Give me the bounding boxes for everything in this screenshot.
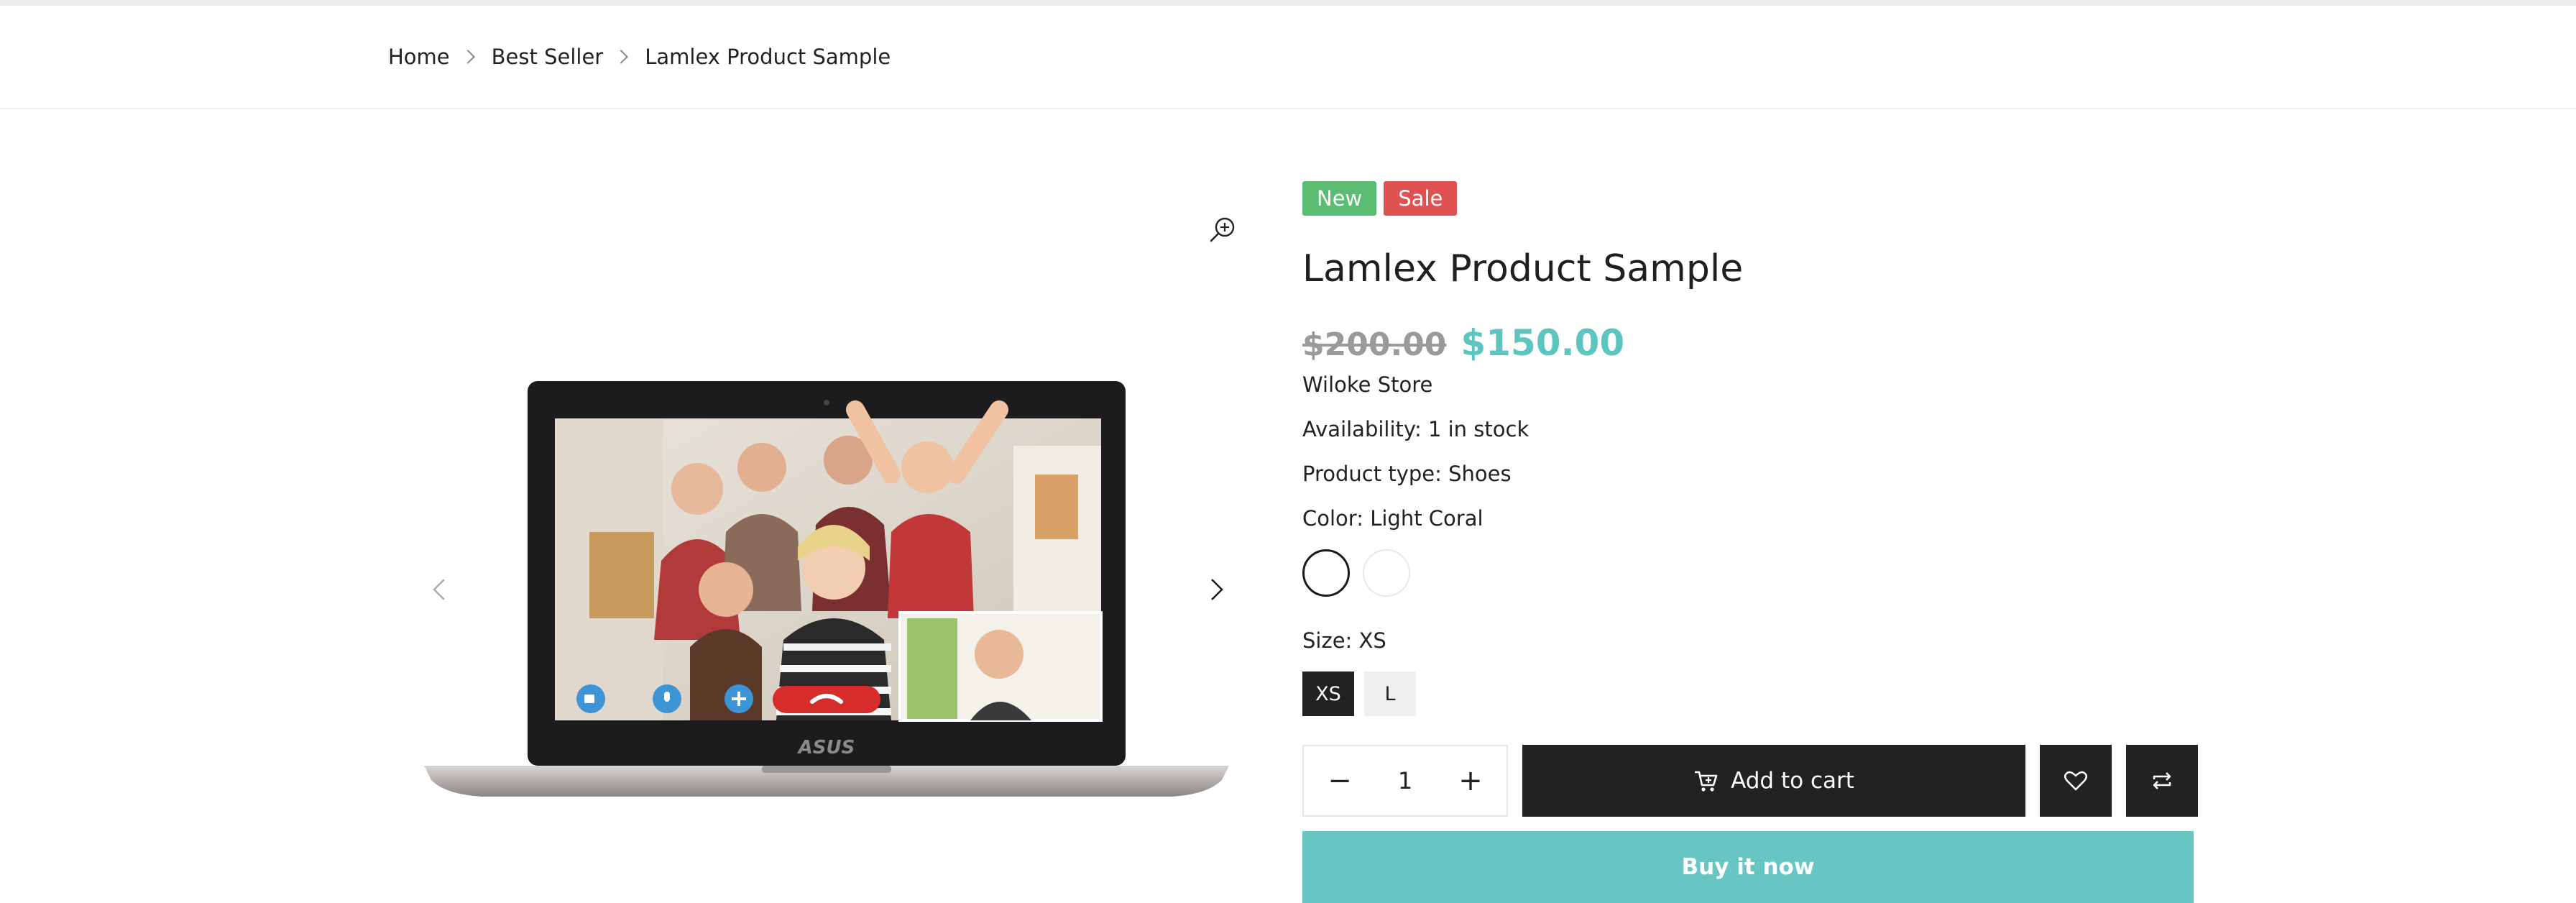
size-option-l[interactable]: L: [1364, 671, 1416, 716]
size-option-xs[interactable]: XS: [1302, 671, 1354, 716]
color-swatch-white[interactable]: [1363, 549, 1410, 597]
availability-text: Availability: 1 in stock: [1302, 417, 1530, 441]
product-info: New Sale: [1302, 181, 2194, 216]
breadcrumb-current: Lamlex Product Sample: [645, 45, 891, 69]
vendor-link[interactable]: Wiloke Store: [1302, 372, 1432, 397]
breadcrumb: Home Best Seller Lamlex Product Sample: [388, 45, 891, 69]
price-block: $200.00 $150.00: [1302, 322, 1624, 364]
breadcrumb-home[interactable]: Home: [388, 45, 450, 69]
breadcrumb-best-seller[interactable]: Best Seller: [492, 45, 604, 69]
add-to-cart-button[interactable]: Add to cart: [1522, 745, 2025, 817]
size-options: XS L: [1302, 671, 1416, 716]
compare-price: $200.00: [1302, 326, 1447, 363]
sale-price: $150.00: [1460, 322, 1625, 364]
chevron-right-icon: [460, 50, 475, 64]
product-type-text: Product type: Shoes: [1302, 462, 1512, 486]
color-label: Color: Light Coral: [1302, 506, 1484, 531]
badge-group: New Sale: [1302, 181, 2194, 216]
quantity-input[interactable]: [1375, 766, 1435, 795]
breadcrumb-bar: Home Best Seller Lamlex Product Sample: [0, 6, 2576, 109]
color-swatches: [1302, 549, 1410, 597]
zoom-in-icon[interactable]: [1208, 214, 1238, 244]
add-to-cart-label: Add to cart: [1731, 768, 1854, 794]
buy-now-button[interactable]: Buy it now: [1302, 831, 2194, 903]
compare-icon: [2153, 772, 2171, 789]
product-image-laptop: ASUS: [424, 381, 1229, 797]
purchase-actions: − + Add to cart: [1302, 745, 2198, 817]
cart-icon: [1695, 771, 1718, 792]
compare-button[interactable]: [2126, 745, 2198, 817]
color-swatch-light-coral[interactable]: [1302, 549, 1350, 597]
heart-icon: [2064, 771, 2088, 791]
chevron-right-icon: [614, 50, 629, 64]
size-label: Size: XS: [1302, 628, 1386, 653]
minus-icon[interactable]: −: [1325, 766, 1354, 795]
wishlist-button[interactable]: [2040, 745, 2112, 817]
top-divider: [0, 0, 2576, 6]
sale-badge: Sale: [1384, 181, 1458, 216]
product-title: Lamlex Product Sample: [1302, 247, 1744, 290]
plus-icon[interactable]: +: [1456, 766, 1485, 795]
laptop-brand-label: ASUS: [797, 737, 855, 758]
quantity-stepper: − +: [1302, 745, 1508, 817]
new-badge: New: [1302, 181, 1377, 216]
